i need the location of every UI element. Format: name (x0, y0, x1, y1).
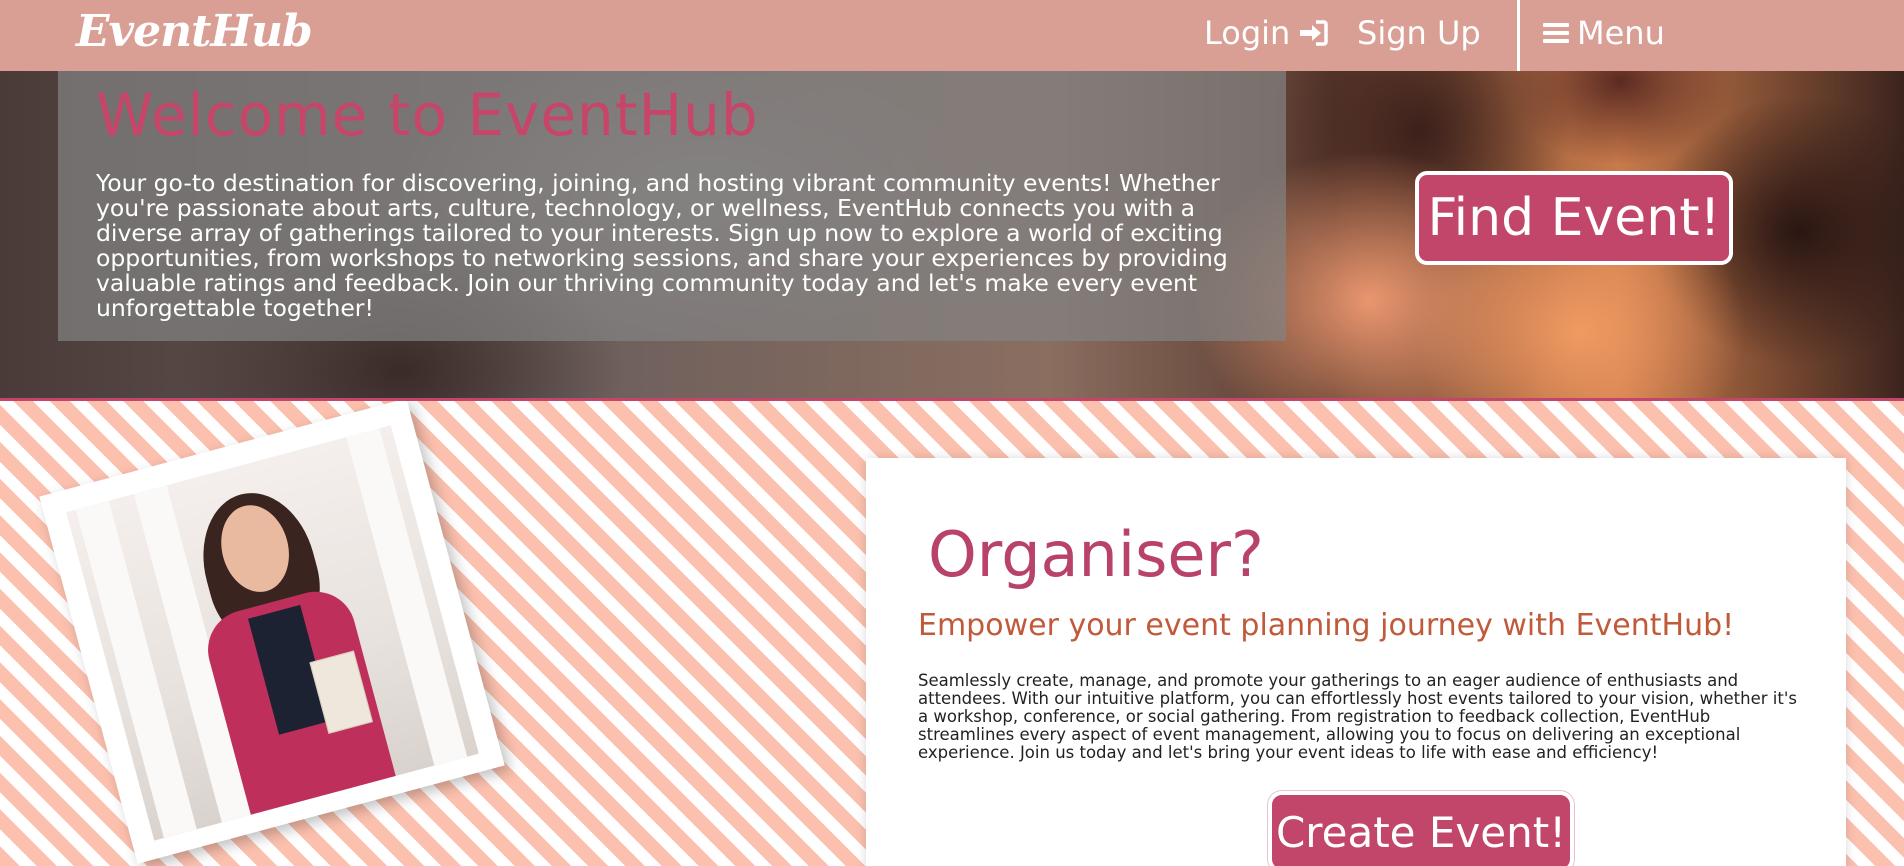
organiser-photo-frame (39, 401, 505, 864)
organiser-title: Organiser? (928, 518, 1264, 591)
login-label: Login (1204, 14, 1291, 52)
login-link[interactable]: Login (1204, 14, 1329, 52)
hero-intro-box: Welcome to EventHub Your go-to destinati… (58, 71, 1286, 341)
sign-in-icon (1298, 19, 1329, 47)
menu-toggle[interactable]: Menu (1543, 14, 1665, 52)
hamburger-icon (1543, 21, 1569, 45)
signup-link[interactable]: Sign Up (1357, 14, 1481, 52)
organiser-subtitle: Empower your event planning journey with… (918, 608, 1735, 643)
hero-description: Your go-to destination for discovering, … (96, 169, 1228, 322)
top-navbar: EventHub Login Sign Up Menu (0, 0, 1904, 71)
create-event-button[interactable]: Create Event! (1268, 791, 1574, 866)
organiser-card: Organiser? Empower your event planning j… (866, 458, 1846, 866)
menu-label: Menu (1577, 14, 1665, 52)
brand-logo[interactable]: EventHub (76, 6, 313, 57)
find-event-button[interactable]: Find Event! (1415, 171, 1733, 265)
hero-banner: Welcome to EventHub Your go-to destinati… (0, 71, 1904, 398)
organiser-description: Seamlessly create, manage, and promote y… (918, 671, 1797, 762)
nav-divider (1517, 0, 1520, 71)
hero-divider (0, 398, 1904, 401)
hero-title: Welcome to EventHub (96, 81, 759, 149)
organiser-photo (66, 425, 479, 841)
signup-label: Sign Up (1357, 14, 1481, 52)
